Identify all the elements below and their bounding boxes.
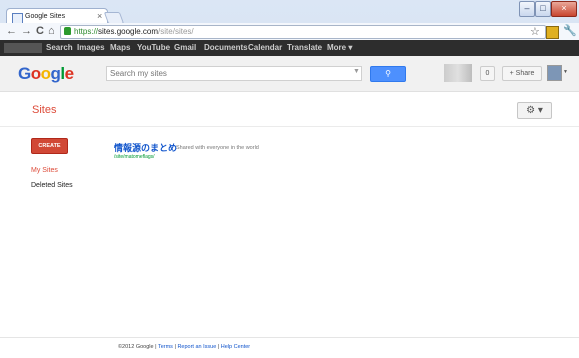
nav-deleted-sites[interactable]: Deleted Sites: [31, 182, 73, 189]
gbar-user-blurred[interactable]: [4, 43, 42, 53]
google-logo[interactable]: Google: [18, 64, 74, 84]
home-icon[interactable]: ⌂: [48, 25, 55, 38]
google-bar: Search Images Maps YouTube Gmail Documen…: [0, 40, 579, 56]
url-text[interactable]: https://sites.google.com/site/sites/: [74, 26, 194, 38]
avatar[interactable]: [547, 65, 562, 81]
site-sharing-status: Shared with everyone in the world: [176, 145, 259, 151]
close-tab-icon[interactable]: ×: [97, 11, 102, 21]
footer-text: ©2012 Google | Terms | Report an Issue |…: [118, 344, 251, 350]
gbar-translate[interactable]: Translate: [287, 43, 322, 52]
gbar-gmail[interactable]: Gmail: [174, 43, 196, 52]
settings-gear-button[interactable]: ⚙ ▾: [517, 102, 552, 119]
url-host: sites.google.com: [98, 27, 159, 36]
notification-count[interactable]: 0: [480, 66, 495, 81]
sites-header: Google ▼ ⚲ 0 + Share ▼: [0, 56, 579, 92]
lock-icon: [64, 27, 71, 35]
profile-image-blurred[interactable]: [444, 64, 472, 82]
site-link[interactable]: 情報源のまとめ: [114, 141, 177, 154]
logo-letter: e: [64, 64, 74, 83]
gbar-images[interactable]: Images: [77, 43, 105, 52]
gbar-more[interactable]: More ▾: [327, 43, 352, 52]
search-box[interactable]: ▼: [106, 66, 362, 81]
logo-letter: o: [40, 64, 51, 83]
tab-title: Google Sites: [25, 13, 66, 20]
create-button[interactable]: CREATE: [31, 138, 68, 154]
extension-icon[interactable]: [546, 26, 559, 39]
footer-help-link[interactable]: Help Center: [221, 344, 250, 350]
nav-my-sites[interactable]: My Sites: [31, 167, 58, 174]
footer-copyright: ©2012 Google: [118, 344, 154, 350]
search-input[interactable]: [110, 67, 340, 80]
address-bar[interactable]: https://sites.google.com/site/sites/: [60, 25, 546, 39]
bookmark-star-icon[interactable]: ☆: [530, 25, 540, 38]
search-button[interactable]: ⚲: [370, 66, 406, 82]
share-button[interactable]: + Share: [502, 66, 542, 81]
logo-letter: G: [18, 64, 31, 83]
url-path: /site/sites/: [158, 27, 194, 36]
title-bar: Sites ⚙ ▾: [0, 92, 579, 127]
maximize-button[interactable]: □: [535, 1, 551, 17]
logo-letter: g: [50, 64, 61, 83]
gbar-youtube[interactable]: YouTube: [137, 43, 170, 52]
logo-letter: o: [30, 64, 41, 83]
page-content: Search Images Maps YouTube Gmail Documen…: [0, 40, 579, 358]
forward-arrow-icon[interactable]: →: [21, 25, 32, 38]
gbar-documents[interactable]: Documents: [204, 43, 248, 52]
footer-report-link[interactable]: Report an Issue: [177, 344, 216, 350]
chevron-down-icon[interactable]: ▼: [353, 68, 360, 75]
page-title: Sites: [32, 104, 57, 116]
browser-toolbar: ← → C ⌂ https://sites.google.com/site/si…: [0, 23, 579, 41]
magnifier-icon: ⚲: [385, 69, 391, 78]
minimize-button[interactable]: –: [519, 1, 535, 17]
reload-icon[interactable]: C: [36, 25, 44, 38]
back-arrow-icon[interactable]: ←: [6, 25, 17, 38]
footer-terms-link[interactable]: Terms: [158, 344, 173, 350]
chevron-down-icon[interactable]: ▼: [563, 69, 568, 75]
gbar-maps[interactable]: Maps: [110, 43, 130, 52]
gbar-calendar[interactable]: Calendar: [248, 43, 282, 52]
footer: ©2012 Google | Terms | Report an Issue |…: [0, 337, 579, 354]
wrench-menu-icon[interactable]: 🔧: [563, 24, 577, 37]
url-scheme: https://: [74, 27, 99, 36]
gbar-search[interactable]: Search: [46, 43, 73, 52]
site-path[interactable]: /site/matomeflags/: [114, 154, 155, 160]
close-window-button[interactable]: ×: [551, 1, 577, 17]
